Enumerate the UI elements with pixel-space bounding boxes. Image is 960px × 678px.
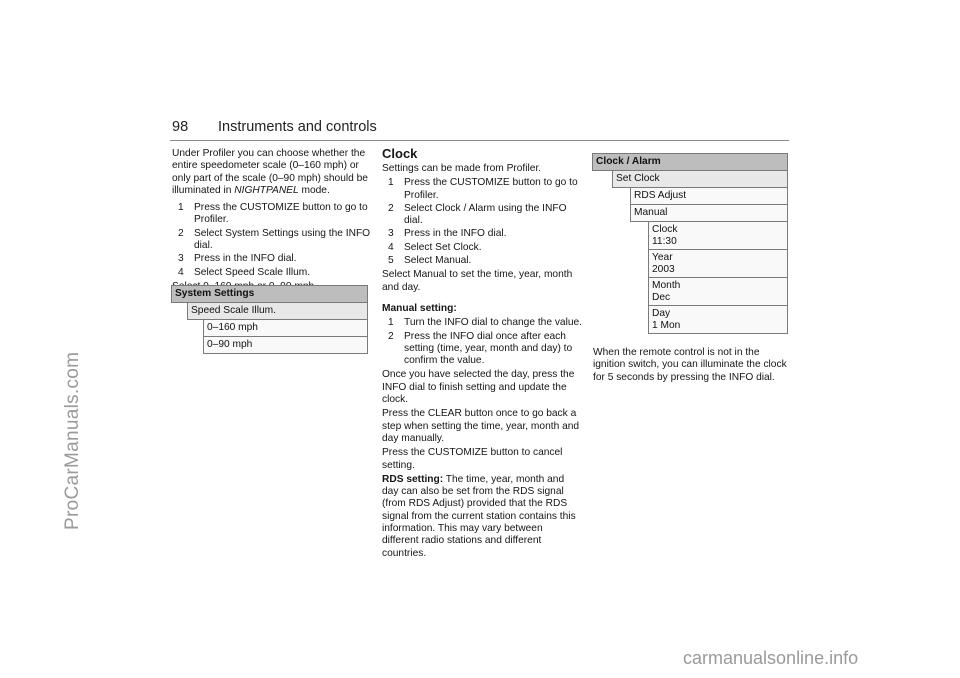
clear-paragraph: Press the CLEAR button once to go back a… <box>382 408 580 444</box>
manual-note: Select Manual to set the time, year, mon… <box>382 269 573 293</box>
column-speed-scale: Under Profiler you can choose whether th… <box>172 148 372 295</box>
menu-rds-adjust: RDS Adjust <box>630 187 788 205</box>
side-watermark: ProCarManuals.com <box>62 351 83 530</box>
menu-option-0-90: 0–90 mph <box>203 336 368 354</box>
header-divider <box>170 140 789 141</box>
rds-paragraph: RDS setting: The time, year, month and d… <box>382 473 576 559</box>
menu-item-label: Clock <box>652 224 678 235</box>
list-item: 1 Press the CUSTOMIZE button to go to Pro… <box>178 202 368 226</box>
list-item: 4 Select Set Clock. <box>388 241 482 253</box>
rds-label: RDS setting: <box>382 473 444 485</box>
list-item: 2 Select Clock / Alarm using the INFO dia… <box>388 202 567 227</box>
menu-item-value: 1 Mon <box>652 320 681 331</box>
menu-item-value: 2003 <box>652 264 675 275</box>
menu-option-0-160: 0–160 mph <box>203 319 368 337</box>
menu-manual: Manual <box>630 204 788 222</box>
intro-paragraph: Under Profiler you can choose whether th… <box>172 148 368 196</box>
bottom-watermark: carmanualsonline.info <box>683 648 859 668</box>
menu-item-value: Dec <box>652 292 671 303</box>
list-item: 2 Select System Settings using the INFO d… <box>178 227 371 252</box>
finish-paragraph: Once you have selected the day, press th… <box>382 369 575 406</box>
menu-clock-alarm: Clock / Alarm <box>592 153 788 171</box>
list-item: 1 Press the CUSTOMIZE button to go to Pro… <box>388 177 578 201</box>
menu-day-value: Day 1 Mon <box>648 305 788 334</box>
manual-setting-heading: Manual setting: <box>382 302 457 314</box>
nightpanel-term: NIGHTPANEL <box>234 184 299 196</box>
menu-item-label: Day <box>652 308 671 319</box>
clock-intro: Settings can be made from Profiler. <box>382 163 542 174</box>
page-title: Instruments and controls <box>218 119 377 135</box>
column-clock-note: When the remote control is not in the ig… <box>593 347 793 386</box>
manual-steps-list: 1 Turn the INFO dial to change the value.… <box>382 317 582 367</box>
illumination-note: When the remote control is not in the ig… <box>593 347 787 383</box>
list-item: 4 Select Speed Scale Illum. <box>178 266 311 278</box>
menu-speed-scale-illum: Speed Scale Illum. <box>187 302 368 320</box>
list-item: 3 Press in the INFO dial. <box>178 253 297 265</box>
menu-item-label: Month <box>652 280 681 291</box>
menu-clock-value: Clock 11:30 <box>648 221 788 250</box>
column-clock: Clock Settings can be made from Profiler… <box>382 146 582 562</box>
list-item: 3 Press in the INFO dial. <box>388 228 507 240</box>
menu-month-value: Month Dec <box>648 277 788 306</box>
menu-item-label: Year <box>652 252 673 263</box>
menu-year-value: Year 2003 <box>648 249 788 278</box>
clock-steps-list: 1 Press the CUSTOMIZE button to go to Pro… <box>382 177 582 267</box>
menu-system-settings: System Settings <box>171 285 368 303</box>
list-item: 5 Select Manual. <box>388 255 472 267</box>
page-number: 98 <box>172 119 189 135</box>
menu-item-value: 11:30 <box>652 236 677 247</box>
cancel-paragraph: Press the CUSTOMIZE button to cancel set… <box>382 447 563 471</box>
list-item: 2 Press the INFO dial once after each set… <box>388 330 573 367</box>
section-title-clock: Clock <box>382 146 418 161</box>
steps-list: 1 Press the CUSTOMIZE button to go to Pro… <box>172 202 372 279</box>
list-item: 1 Turn the INFO dial to change the value. <box>388 317 583 329</box>
menu-set-clock: Set Clock <box>612 170 788 188</box>
